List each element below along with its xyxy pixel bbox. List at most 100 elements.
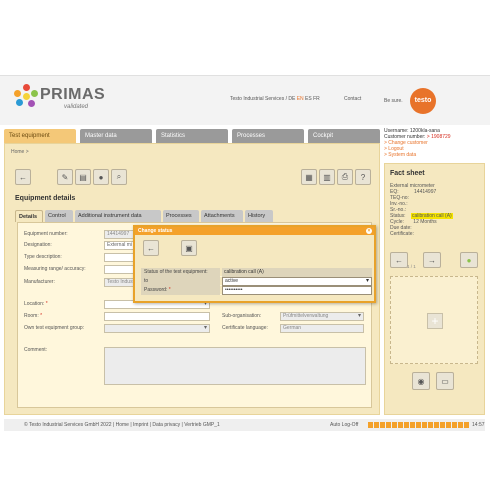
manufacturer-field[interactable]: Testo Indust xyxy=(104,278,136,287)
breadcrumb[interactable]: Home > xyxy=(11,149,29,155)
subtab-processes[interactable]: Processes xyxy=(163,210,199,222)
tab-master-data[interactable]: Master data xyxy=(80,129,152,143)
close-icon[interactable]: × xyxy=(366,228,372,234)
page: PRIMAS validated Testo Industrial Servic… xyxy=(0,0,490,490)
password-label: Password: * xyxy=(141,286,220,295)
own-group-select[interactable] xyxy=(104,324,210,333)
footer-links[interactable]: © Testo Industrial Services GmbH 2022 | … xyxy=(24,419,220,431)
dialog-back-button[interactable]: ← xyxy=(143,240,159,256)
edit-button[interactable]: ✎ xyxy=(57,169,73,185)
tab-test-equipment[interactable]: Test equipment xyxy=(4,129,76,143)
image-button[interactable]: ▭ xyxy=(436,372,454,390)
status-row: Status of the test equipment: calibratio… xyxy=(141,268,372,277)
manufacturer-label: Manufacturer: xyxy=(24,279,55,285)
new-status-select[interactable]: active xyxy=(222,277,372,286)
subtab-history[interactable]: History xyxy=(245,210,273,222)
equipment-number-field[interactable]: 14414997 xyxy=(104,230,136,239)
status-label: Status of the test equipment: xyxy=(141,268,220,277)
image-icon: ▭ xyxy=(441,376,449,386)
lang-en[interactable]: EN xyxy=(297,96,304,102)
suborg-label: Sub-organisation: xyxy=(222,313,262,319)
password-input[interactable]: •••••••••• xyxy=(222,286,372,295)
language-links: Testo Industrial Services / DE EN ES FR xyxy=(230,96,320,102)
save-icon: ▣ xyxy=(185,243,193,253)
to-row: to active xyxy=(141,277,372,286)
measuring-range-field[interactable] xyxy=(104,265,136,274)
calculator-icon: ▦ xyxy=(305,172,313,182)
designation-field[interactable]: External mi xyxy=(104,241,136,250)
bulb-icon: ● xyxy=(466,255,472,265)
auto-logoff-timer xyxy=(368,422,470,428)
lang-de[interactable]: DE xyxy=(288,96,295,102)
help-button[interactable]: ? xyxy=(355,169,371,185)
search-button[interactable]: ⌕ xyxy=(111,169,127,185)
lang-es[interactable]: ES xyxy=(305,96,312,102)
clipboard-button[interactable]: ▥ xyxy=(319,169,335,185)
besure-slogan: Be sure. xyxy=(384,98,403,104)
contact-link[interactable]: Contact xyxy=(344,96,361,102)
dialog-save-button[interactable]: ▣ xyxy=(181,240,197,256)
back-arrow-icon: ← xyxy=(19,172,27,182)
testo-logo: testo xyxy=(410,88,436,114)
logoff-time: 14:57 xyxy=(472,422,485,428)
bulb-icon: ● xyxy=(98,172,104,182)
camera-button[interactable]: ◉ xyxy=(412,372,430,390)
user-info: Username: 1200kla-sana Customer number: … xyxy=(384,128,451,158)
suborg-select[interactable]: Prüfmittelverwaltung xyxy=(280,312,364,321)
tab-cockpit[interactable]: Cockpit xyxy=(308,129,380,143)
footer: © Testo Industrial Services GmbH 2022 | … xyxy=(4,419,485,431)
change-status-dialog: Change status × ← ▣ Status of the test e… xyxy=(133,225,376,303)
cert-language-field[interactable]: German xyxy=(280,324,364,333)
own-group-label: Own test equipment group: xyxy=(24,325,85,331)
tab-processes[interactable]: Processes xyxy=(232,129,304,143)
toolbar: ← ✎ ▤ ● ⌕ ▦ ▥ ⎙ ? xyxy=(11,169,375,189)
current-status-value: calibration call (A) xyxy=(222,268,372,277)
edit-icon: ✎ xyxy=(61,172,69,182)
lang-fr[interactable]: FR xyxy=(313,96,320,102)
location-label: Location: * xyxy=(24,301,48,307)
primas-logo[interactable]: PRIMAS validated xyxy=(14,84,114,116)
measuring-range-label: Measuring range/ accuracy: xyxy=(24,266,86,272)
type-description-label: Type description: xyxy=(24,254,62,260)
subtab-attachments[interactable]: Attachments xyxy=(201,210,243,222)
comment-label: Comment: xyxy=(24,347,48,353)
subtab-additional-instrument-data[interactable]: Additional instrument data xyxy=(75,210,161,222)
comment-field[interactable] xyxy=(104,347,366,385)
fact-pager: 1 / 1 xyxy=(407,264,416,269)
image-dropzone[interactable]: + xyxy=(390,276,478,364)
back-arrow-icon: ← xyxy=(147,243,155,253)
add-image-icon[interactable]: + xyxy=(427,313,443,329)
main-nav: Test equipment Master data Statistics Pr… xyxy=(4,129,380,143)
print-icon: ⎙ xyxy=(341,172,349,181)
fact-sheet-rows: External micrometer EQ: 14414997 TEQ-no:… xyxy=(390,183,453,237)
fact-prev-button[interactable]: ← xyxy=(390,252,408,268)
status-button[interactable]: ● xyxy=(93,169,109,185)
fact-next-button[interactable]: → xyxy=(423,252,441,268)
document-button[interactable]: ▤ xyxy=(75,169,91,185)
designation-label: Designation: xyxy=(24,242,52,248)
system-data-link[interactable]: > System data xyxy=(384,152,451,158)
fact-sheet: Fact sheet External micrometer EQ: 14414… xyxy=(384,163,485,415)
header: PRIMAS validated Testo Industrial Servic… xyxy=(0,75,490,125)
fact-status-button[interactable]: ● xyxy=(460,252,478,268)
tab-statistics[interactable]: Statistics xyxy=(156,129,228,143)
calculator-button[interactable]: ▦ xyxy=(301,169,317,185)
type-description-field[interactable] xyxy=(104,253,136,262)
subtab-control[interactable]: Control xyxy=(45,210,73,222)
page-title: Equipment details xyxy=(15,195,76,202)
help-icon: ? xyxy=(360,172,366,182)
dialog-title: Change status × xyxy=(135,227,374,235)
cert-language-label: Certificate language: xyxy=(222,325,268,331)
equipment-number-label: Equipment number: xyxy=(24,231,68,237)
company-label: Testo Industrial Services / xyxy=(230,96,289,102)
arrow-right-icon: → xyxy=(428,255,436,265)
auto-logoff-label: Auto Log-Off xyxy=(330,422,359,428)
clipboard-icon: ▥ xyxy=(323,172,331,182)
back-button[interactable]: ← xyxy=(15,169,31,185)
room-field[interactable] xyxy=(104,312,210,321)
print-button[interactable]: ⎙ xyxy=(337,169,353,185)
fact-sheet-title: Fact sheet xyxy=(390,170,425,177)
room-label: Room: * xyxy=(24,313,43,319)
to-label: to xyxy=(141,277,220,286)
subtab-details[interactable]: Details xyxy=(15,210,43,222)
